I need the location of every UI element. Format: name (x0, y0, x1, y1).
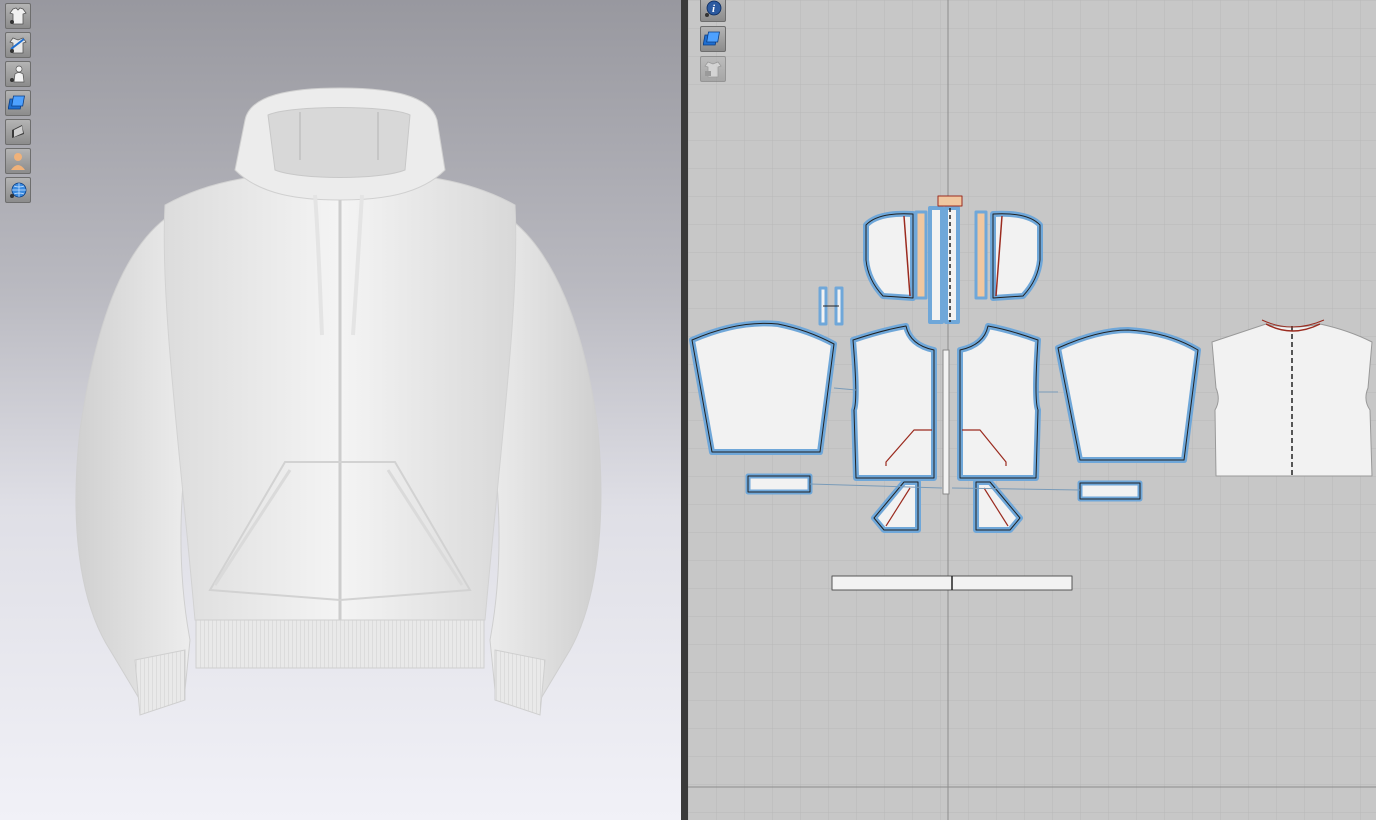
hoodie-3d-model[interactable] (0, 0, 681, 820)
info-icon: i (705, 0, 722, 17)
garment-lock-button[interactable] (700, 56, 726, 82)
pattern-piece-front-left[interactable] (850, 323, 950, 495)
pattern-piece-hood-left[interactable] (863, 210, 928, 301)
panel-splitter[interactable] (681, 0, 688, 820)
pattern-piece-cuff-left[interactable] (745, 473, 813, 495)
fabric-render-icon (8, 95, 25, 110)
3d-viewport[interactable] (0, 0, 681, 820)
pattern-grid (688, 0, 1376, 820)
lighting-button[interactable] (5, 119, 31, 145)
2d-view-toolbar: i (700, 0, 728, 86)
garment-display-button[interactable] (5, 3, 31, 29)
environment-globe-icon (10, 182, 27, 198)
pattern-piece-front-right[interactable] (957, 323, 1041, 481)
pattern-piece-hood-center[interactable] (928, 195, 963, 324)
2d-pattern-viewport[interactable]: i (688, 0, 1376, 820)
lighting-icon (12, 125, 24, 138)
pattern-piece-sleeve-left[interactable] (689, 320, 837, 455)
fabric-render-icon (703, 31, 720, 46)
environment-globe-button[interactable] (5, 177, 31, 203)
info-button[interactable]: i (700, 0, 726, 22)
avatar-skin-icon (11, 153, 25, 170)
pattern-piece-hem-band[interactable] (831, 575, 1073, 591)
pattern-piece-back[interactable] (1211, 319, 1373, 477)
fabric-render-button[interactable] (5, 90, 31, 116)
garment-display-icon (9, 7, 27, 25)
pattern-piece-hood-right[interactable] (974, 210, 1043, 301)
garment-texture-icon (9, 37, 27, 54)
pattern-piece-cuff-right[interactable] (1077, 480, 1143, 502)
avatar-skin-button[interactable] (5, 148, 31, 174)
garment-texture-button[interactable] (5, 32, 31, 58)
fabric-render-2d-button[interactable] (700, 26, 726, 52)
avatar-display-icon (10, 65, 25, 83)
3d-view-toolbar (5, 3, 33, 206)
garment-lock-icon (704, 61, 722, 78)
app-window: i (0, 0, 1376, 820)
avatar-display-button[interactable] (5, 61, 31, 87)
pattern-piece-sleeve-right[interactable] (1055, 327, 1201, 463)
